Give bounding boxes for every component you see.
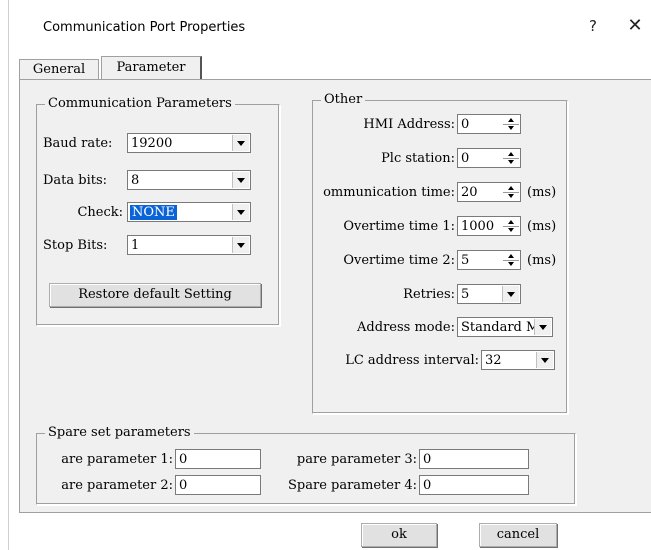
communication-time-label: ommunication time:: [323, 185, 455, 200]
check-value: NONE: [130, 205, 177, 220]
spin-up-icon[interactable]: [503, 150, 519, 158]
chevron-down-icon[interactable]: [232, 204, 249, 220]
spin-up-icon[interactable]: [503, 116, 519, 124]
chevron-down-icon[interactable]: [502, 286, 519, 302]
data-bits-select[interactable]: 8: [127, 170, 251, 190]
other-title: Other: [321, 92, 366, 107]
plc-address-interval-label: LC address interval:: [345, 353, 479, 368]
plc-station-value: 0: [461, 151, 470, 166]
chevron-down-icon[interactable]: [536, 352, 553, 368]
stop-bits-select[interactable]: 1: [127, 235, 251, 255]
spare-parameter-1-input[interactable]: 0: [175, 449, 261, 469]
tab-parameter[interactable]: Parameter: [101, 56, 202, 81]
overtime-1-unit: (ms): [527, 219, 557, 234]
restore-default-button[interactable]: Restore default Setting: [49, 283, 261, 307]
data-bits-label: Data bits:: [43, 173, 108, 188]
spare-parameter-2-input[interactable]: 0: [175, 475, 261, 495]
overtime-2-spinner[interactable]: 5: [457, 250, 521, 270]
spare-parameter-4-input[interactable]: 0: [419, 475, 529, 495]
chevron-down-icon[interactable]: [232, 172, 249, 188]
chevron-down-icon[interactable]: [232, 135, 249, 151]
spare-parameter-3-value: 0: [423, 452, 432, 467]
dialog-window: Communication Port Properties ? ✕ Genera…: [8, 0, 651, 550]
hmi-address-spinner[interactable]: 0: [457, 114, 521, 134]
ok-button[interactable]: ok: [361, 523, 437, 547]
overtime-2-unit: (ms): [527, 253, 557, 268]
address-mode-label: Address mode:: [357, 320, 455, 335]
spare-parameter-2-value: 0: [179, 478, 188, 493]
title-bar: Communication Port Properties ? ✕: [9, 0, 651, 50]
baud-rate-value: 19200: [131, 136, 173, 151]
spare-parameter-4-label: Spare parameter 4:: [288, 478, 417, 493]
help-icon[interactable]: ?: [579, 14, 607, 38]
spare-parameter-1-value: 0: [179, 452, 188, 467]
spin-down-icon[interactable]: [503, 192, 519, 201]
spare-parameter-3-label: pare parameter 3:: [296, 452, 417, 467]
retries-value: 5: [461, 287, 470, 302]
communication-time-spinner[interactable]: 20: [457, 182, 521, 202]
retries-label: Retries:: [403, 287, 455, 302]
baud-rate-label: Baud rate:: [43, 136, 113, 151]
spin-up-icon[interactable]: [503, 184, 519, 192]
baud-rate-select[interactable]: 19200: [127, 133, 251, 153]
hmi-address-value: 0: [461, 117, 470, 132]
stop-bits-value: 1: [131, 238, 140, 253]
spare-parameter-4-value: 0: [423, 478, 432, 493]
close-icon[interactable]: ✕: [621, 14, 649, 38]
stop-bits-label: Stop Bits:: [43, 238, 108, 253]
data-bits-value: 8: [131, 173, 140, 188]
communication-parameters-group: Communication Parameters Baud rate: 1920…: [36, 96, 280, 326]
parameter-panel: Communication Parameters Baud rate: 1920…: [19, 79, 651, 513]
spin-down-icon[interactable]: [503, 158, 519, 167]
check-label: Check:: [77, 205, 123, 220]
spin-up-icon[interactable]: [503, 252, 519, 260]
address-mode-select[interactable]: Standard M: [457, 317, 553, 337]
communication-parameters-title: Communication Parameters: [45, 96, 235, 111]
plc-address-interval-select[interactable]: 32: [481, 350, 555, 370]
spare-parameter-1-label: are parameter 1:: [61, 452, 173, 467]
window-title: Communication Port Properties: [43, 20, 246, 35]
chevron-down-icon[interactable]: [534, 319, 551, 335]
address-mode-value: Standard M: [461, 320, 537, 335]
cancel-button[interactable]: cancel: [479, 523, 557, 547]
spin-up-icon[interactable]: [503, 218, 519, 226]
communication-time-value: 20: [461, 185, 478, 200]
tab-general[interactable]: General: [19, 59, 99, 80]
other-group: Other HMI Address: 0 Plc station: 0 ommu…: [312, 92, 568, 414]
overtime-2-value: 5: [461, 253, 470, 268]
overtime-1-value: 1000: [461, 219, 495, 234]
hmi-address-label: HMI Address:: [363, 117, 455, 132]
retries-select[interactable]: 5: [457, 284, 521, 304]
chevron-down-icon[interactable]: [232, 237, 249, 253]
overtime-1-label: Overtime time 1:: [343, 219, 455, 234]
spin-down-icon[interactable]: [503, 124, 519, 133]
communication-time-unit: (ms): [527, 185, 557, 200]
check-select[interactable]: NONE: [127, 202, 251, 222]
spare-parameter-3-input[interactable]: 0: [419, 449, 529, 469]
spin-down-icon[interactable]: [503, 260, 519, 269]
plc-address-interval-value: 32: [485, 353, 502, 368]
overtime-1-spinner[interactable]: 1000: [457, 216, 521, 236]
plc-station-spinner[interactable]: 0: [457, 148, 521, 168]
plc-station-label: Plc station:: [381, 151, 455, 166]
spare-parameters-title: Spare set parameters: [45, 425, 194, 440]
spare-parameter-2-label: are parameter 2:: [61, 478, 173, 493]
overtime-2-label: Overtime time 2:: [343, 253, 455, 268]
spin-down-icon[interactable]: [503, 226, 519, 235]
spare-parameters-group: Spare set parameters are parameter 1: 0 …: [36, 425, 576, 505]
